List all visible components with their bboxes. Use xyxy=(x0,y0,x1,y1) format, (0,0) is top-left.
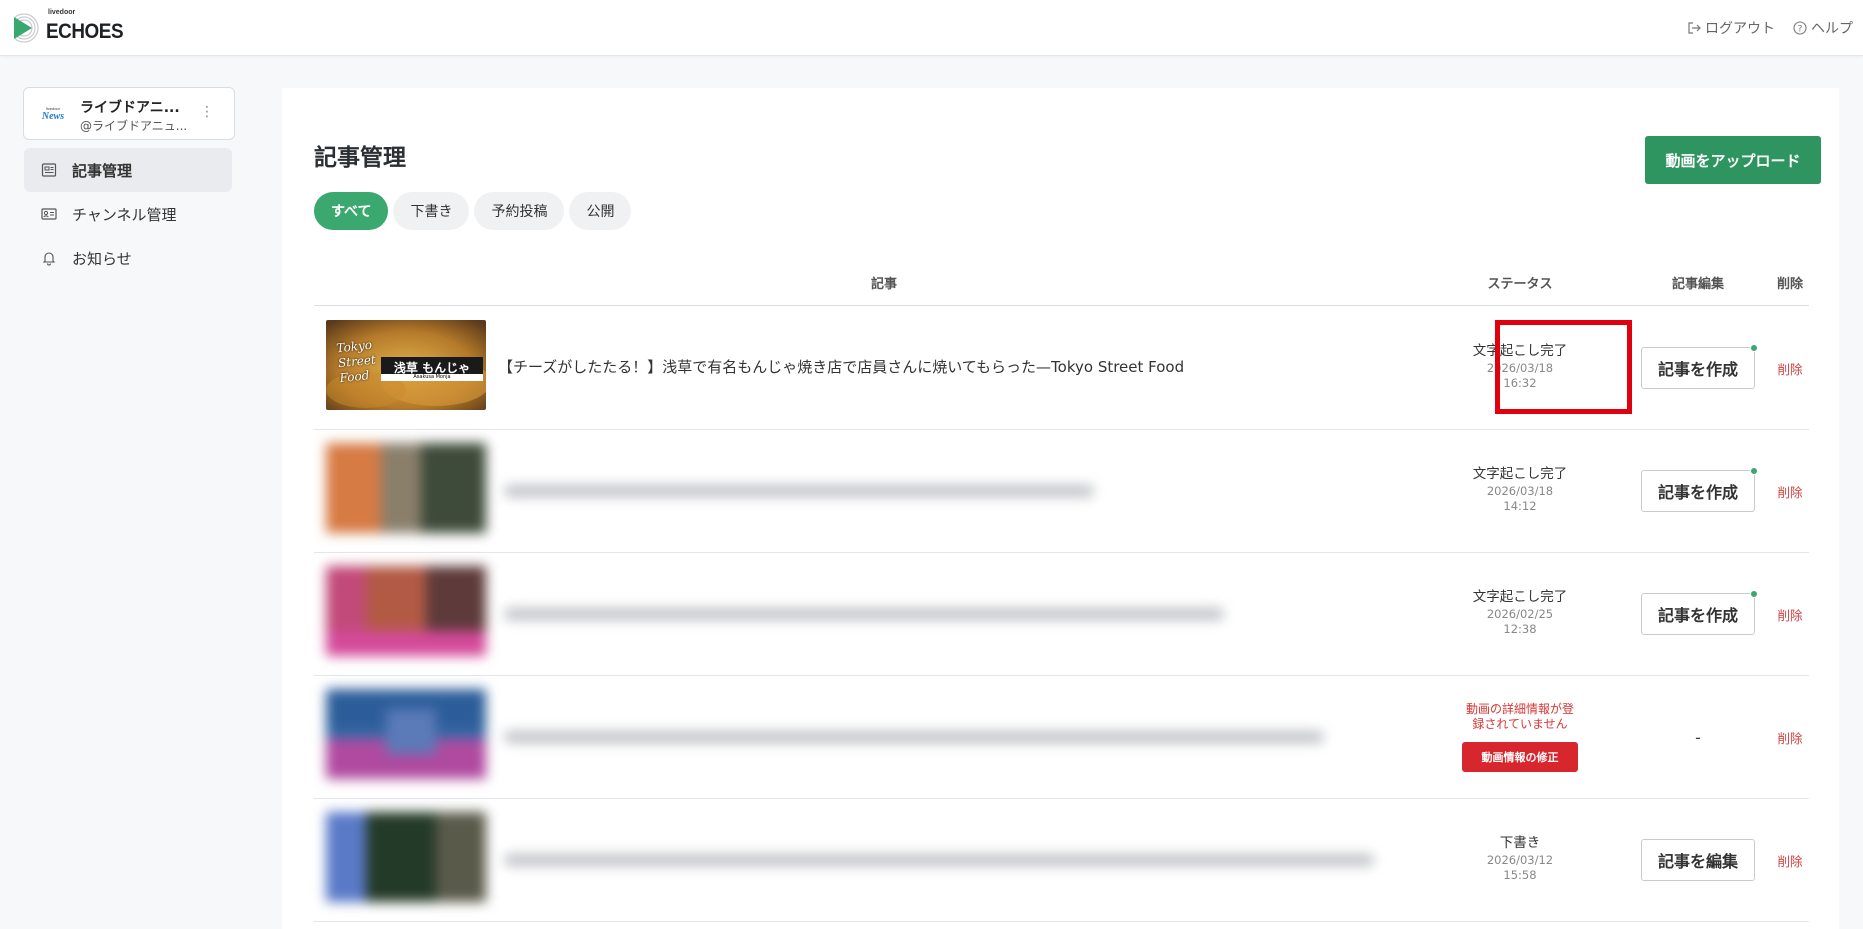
status-cell: 下書き 2026/03/12 15:58 xyxy=(1462,831,1578,883)
logo-main-text: ECHOES xyxy=(46,20,124,43)
status-date: 2026/03/18 xyxy=(1486,484,1554,498)
logout-icon xyxy=(1688,22,1701,34)
sidebar-item-label: お知らせ xyxy=(72,249,132,268)
status-date: 2026/03/12 xyxy=(1486,853,1554,867)
sidebar-item-channel[interactable]: チャンネル管理 xyxy=(24,192,232,236)
column-article: 記事 xyxy=(870,277,897,292)
delete-link[interactable]: 削除 xyxy=(1755,605,1825,624)
channel-handle: @ライブドアニュ... xyxy=(80,119,188,133)
tab-scheduled[interactable]: 予約投稿 xyxy=(474,192,565,230)
sidebar-item-label: チャンネル管理 xyxy=(72,205,177,224)
sidebar-item-label: 記事管理 xyxy=(72,161,133,180)
delete-link[interactable]: 削除 xyxy=(1755,728,1825,747)
table-row[interactable]: 動画の詳細情報が登録されていません 動画情報の修正 - 削除 xyxy=(314,676,1809,799)
video-thumbnail[interactable] xyxy=(326,812,486,902)
article-icon xyxy=(40,161,58,179)
notification-dot xyxy=(1750,467,1758,475)
main-panel: 記事管理 動画をアップロード すべて 下書き 予約投稿 公開 記事 ステータス … xyxy=(282,88,1839,929)
top-header: livedoor ECHOES ログアウト ? ヘルプ xyxy=(0,0,1863,56)
play-logo-icon xyxy=(14,13,39,43)
notification-dot xyxy=(1750,590,1758,598)
fix-video-info-button[interactable]: 動画情報の修正 xyxy=(1462,742,1578,772)
status-time: 15:58 xyxy=(1503,868,1537,882)
thumbnail-sign-sub: Asakusa Monja xyxy=(413,374,451,380)
table-row[interactable]: 文字起こし完了 2026/02/25 12:38 記事を作成 削除 xyxy=(314,553,1809,676)
status-error-cell: 動画の詳細情報が登録されていません 動画情報の修正 xyxy=(1462,702,1578,772)
help-icon: ? xyxy=(1793,21,1807,35)
table-header: 記事 ステータス 記事編集 削除 xyxy=(314,256,1809,306)
channel-switcher[interactable]: livedoor News ライブドアニ... @ライブドアニュ... ⋮ xyxy=(23,87,235,140)
bell-icon xyxy=(40,249,58,267)
thumbnail-caption: Tokyo Street Food xyxy=(335,337,377,386)
status-label: 文字起こし完了 xyxy=(1472,466,1568,482)
edit-button-label: 記事を編集 xyxy=(1657,852,1738,871)
edit-placeholder: - xyxy=(1695,728,1701,747)
logo-small-text: livedoor xyxy=(48,9,76,16)
video-thumbnail[interactable] xyxy=(326,566,486,656)
article-title[interactable]: 【チーズがしたたる！】浅草で有名もんじゃ焼き店で店員さんに焼いてもらった—Tok… xyxy=(498,356,1184,377)
column-status: ステータス xyxy=(1487,277,1553,292)
video-thumbnail[interactable] xyxy=(326,689,486,779)
table-row[interactable]: 下書き 2026/03/12 15:58 記事を編集 削除 xyxy=(314,799,1809,922)
blurred-title xyxy=(504,485,1094,497)
tab-draft[interactable]: 下書き xyxy=(393,192,470,230)
status-cell: 文字起こし完了 2026/02/25 12:38 xyxy=(1462,585,1578,637)
blurred-title xyxy=(504,731,1324,743)
create-article-button[interactable]: 記事を作成 xyxy=(1641,467,1758,512)
logout-label: ログアウト xyxy=(1705,21,1775,37)
edit-article-button[interactable]: 記事を編集 xyxy=(1641,839,1755,881)
tab-published[interactable]: 公開 xyxy=(569,192,632,230)
notification-dot xyxy=(1750,344,1758,352)
echoes-logo[interactable]: livedoor ECHOES xyxy=(14,9,132,45)
help-label: ヘルプ xyxy=(1811,21,1853,37)
sidebar-item-articles[interactable]: 記事管理 xyxy=(24,148,232,192)
highlight-box xyxy=(1495,320,1632,414)
sidebar-nav: 記事管理 チャンネル管理 お知らせ xyxy=(24,148,232,280)
channel-logo-news: News xyxy=(41,111,65,122)
page-title: 記事管理 xyxy=(314,145,406,171)
create-article-button[interactable]: 記事を作成 xyxy=(1641,344,1758,389)
status-label: 文字起こし完了 xyxy=(1472,589,1568,605)
create-article-button[interactable]: 記事を作成 xyxy=(1641,590,1758,635)
status-time: 14:12 xyxy=(1503,499,1537,513)
channel-avatar: livedoor News xyxy=(38,100,68,128)
blurred-title xyxy=(504,608,1224,620)
upload-video-button[interactable]: 動画をアップロード xyxy=(1645,136,1821,184)
edit-button-label: 記事を作成 xyxy=(1657,606,1738,625)
status-cell: 文字起こし完了 2026/03/18 14:12 xyxy=(1462,462,1578,514)
status-error-message: 動画の詳細情報が登録されていません xyxy=(1465,702,1574,731)
edit-button-label: 記事を作成 xyxy=(1657,483,1738,502)
help-link[interactable]: ? ヘルプ xyxy=(1793,18,1853,38)
status-label: 下書き xyxy=(1499,835,1541,851)
svg-text:?: ? xyxy=(1798,25,1803,35)
video-thumbnail[interactable]: Tokyo Street Food 浅草 もんじゃ Asakusa Monja xyxy=(326,320,486,410)
table-row[interactable]: 文字起こし完了 2026/03/18 14:12 記事を作成 削除 xyxy=(314,430,1809,553)
blurred-title xyxy=(504,854,1374,866)
column-delete: 削除 xyxy=(1776,277,1803,292)
table-row[interactable]: Tokyo Street Food 浅草 もんじゃ Asakusa Monja … xyxy=(314,307,1809,430)
id-card-icon xyxy=(40,205,58,223)
status-date: 2026/02/25 xyxy=(1486,607,1554,621)
logout-link[interactable]: ログアウト xyxy=(1687,18,1775,38)
delete-link[interactable]: 削除 xyxy=(1755,482,1825,501)
more-vertical-icon[interactable]: ⋮ xyxy=(200,104,214,120)
channel-name: ライブドアニ... xyxy=(80,100,180,116)
video-thumbnail[interactable] xyxy=(326,443,486,533)
delete-link[interactable]: 削除 xyxy=(1755,359,1825,378)
tab-all[interactable]: すべて xyxy=(314,192,389,230)
delete-link[interactable]: 削除 xyxy=(1755,851,1825,870)
status-time: 12:38 xyxy=(1503,622,1537,636)
sidebar-item-notifications[interactable]: お知らせ xyxy=(24,236,232,280)
filter-tabs: すべて 下書き 予約投稿 公開 xyxy=(314,192,632,230)
edit-button-label: 記事を作成 xyxy=(1657,360,1738,379)
column-edit: 記事編集 xyxy=(1671,277,1724,292)
